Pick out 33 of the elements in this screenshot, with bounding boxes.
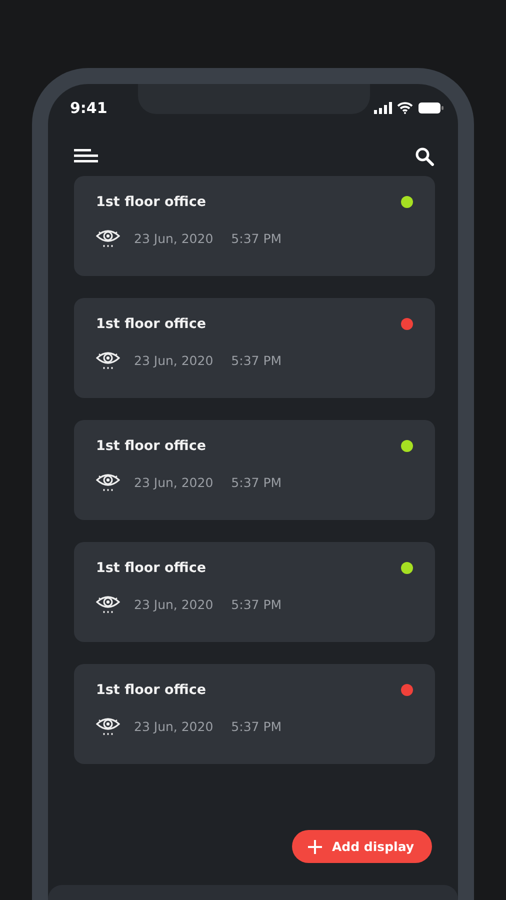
- display-card[interactable]: 1st floor office 23 Jun, 2020 5:37 PM: [74, 664, 435, 764]
- display-card[interactable]: 1st floor office 23 Jun, 2020 5:37 PM: [74, 298, 435, 398]
- display-date: 23 Jun, 2020: [134, 596, 214, 612]
- display-name: 1st floor office: [96, 316, 206, 332]
- display-date: 23 Jun, 2020: [134, 230, 214, 246]
- display-date: 23 Jun, 2020: [134, 718, 214, 734]
- display-time: 5:37 PM: [231, 718, 282, 734]
- display-time: 5:37 PM: [231, 596, 282, 612]
- eye-icon: [96, 350, 120, 370]
- display-name: 1st floor office: [96, 438, 206, 454]
- display-name: 1st floor office: [96, 682, 206, 698]
- eye-icon: [96, 228, 120, 248]
- display-card[interactable]: 1st floor office 23 Jun, 2020 5:37 PM: [74, 420, 435, 520]
- display-name: 1st floor office: [96, 194, 206, 210]
- display-date: 23 Jun, 2020: [134, 352, 214, 368]
- menu-icon[interactable]: [74, 149, 98, 163]
- eye-icon: [96, 716, 120, 736]
- signal-icon: [374, 102, 392, 114]
- add-display-button[interactable]: Add display: [292, 830, 432, 863]
- display-time: 5:37 PM: [231, 474, 282, 490]
- display-card[interactable]: 1st floor office 23 Jun, 2020 5:37 PM: [74, 176, 435, 276]
- display-time: 5:37 PM: [231, 352, 282, 368]
- eye-icon: [96, 594, 120, 614]
- wifi-icon: [397, 102, 413, 114]
- battery-icon: [418, 102, 444, 114]
- plus-icon: [308, 840, 322, 854]
- search-icon[interactable]: [415, 146, 434, 166]
- display-time: 5:37 PM: [231, 230, 282, 246]
- display-name: 1st floor office: [96, 560, 206, 576]
- status-time: 9:41: [70, 99, 108, 117]
- eye-icon: [96, 472, 120, 492]
- display-card[interactable]: 1st floor office 23 Jun, 2020 5:37 PM: [74, 542, 435, 642]
- display-date: 23 Jun, 2020: [134, 474, 214, 490]
